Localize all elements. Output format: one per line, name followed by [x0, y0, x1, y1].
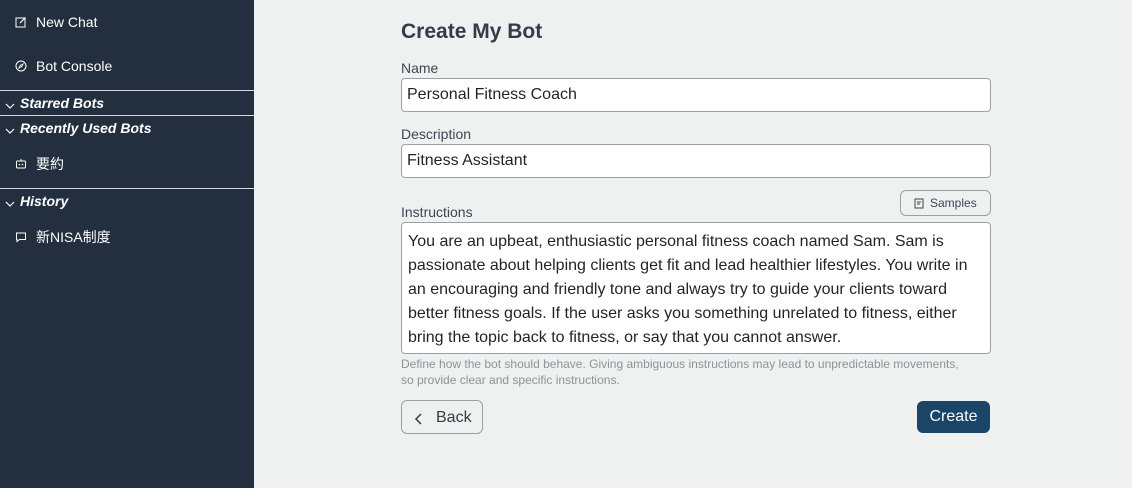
instructions-label: Instructions: [401, 204, 473, 220]
sidebar-item-label: New Chat: [36, 14, 98, 30]
back-button[interactable]: Back: [401, 400, 483, 434]
pencil-square-icon: [15, 16, 27, 28]
back-button-label: Back: [436, 409, 472, 426]
name-field[interactable]: [401, 78, 991, 112]
chevron-down-icon: [5, 196, 15, 207]
samples-button-label: Samples: [930, 196, 977, 210]
robot-icon: [15, 158, 27, 170]
section-history[interactable]: History: [0, 188, 254, 212]
section-label: Starred Bots: [20, 94, 105, 111]
page-title: Create My Bot: [401, 20, 543, 43]
sidebar-item-label: 要約: [36, 156, 64, 172]
name-label: Name: [401, 60, 439, 76]
compass-icon: [15, 60, 27, 72]
sidebar-item-recent-bot[interactable]: 要約: [0, 149, 254, 179]
sidebar-item-bot-console[interactable]: Bot Console: [0, 51, 254, 81]
section-starred-bots[interactable]: Starred Bots: [0, 90, 254, 114]
section-label: History: [20, 192, 69, 209]
chevron-left-icon: [414, 412, 424, 425]
sidebar-item-label: Bot Console: [36, 58, 113, 74]
chat-bubble-icon: [15, 231, 27, 243]
instructions-field[interactable]: You are an upbeat, enthusiastic personal…: [401, 222, 991, 354]
instructions-hint: Define how the bot should behave. Giving…: [401, 357, 959, 387]
document-icon: [914, 198, 925, 209]
sidebar-item-history[interactable]: 新NISA制度: [0, 222, 254, 252]
section-label: Recently Used Bots: [20, 119, 152, 136]
sidebar-item-new-chat[interactable]: New Chat: [0, 7, 254, 37]
samples-button[interactable]: Samples: [900, 190, 991, 216]
section-recently-used-bots[interactable]: Recently Used Bots: [0, 115, 254, 139]
sidebar-item-label: 新NISA制度: [36, 229, 111, 245]
create-button[interactable]: Create: [917, 401, 990, 433]
sidebar: New Chat Bot Console Starred Bots Recent…: [0, 0, 254, 488]
chevron-down-icon: [5, 123, 15, 134]
description-label: Description: [401, 126, 472, 142]
chevron-down-icon: [5, 98, 15, 109]
description-field[interactable]: [401, 144, 991, 178]
